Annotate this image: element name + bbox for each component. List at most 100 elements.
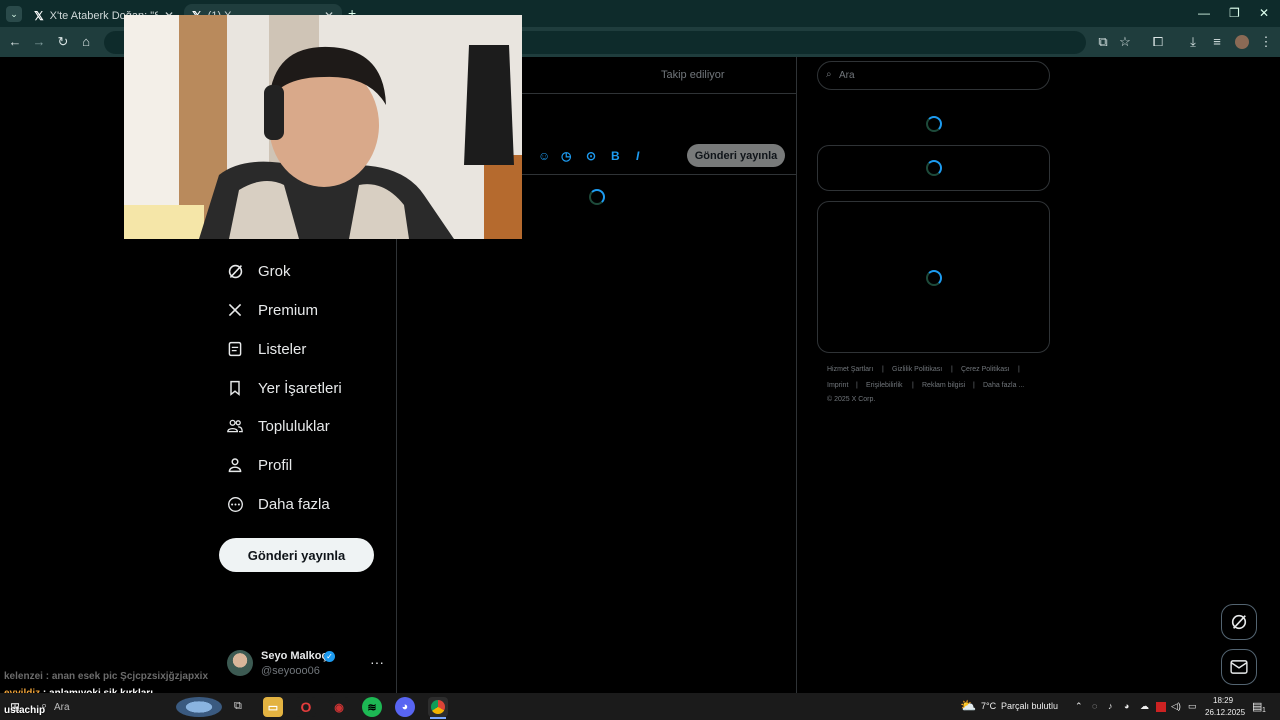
clock-time[interactable]: 18:29 <box>1213 696 1233 705</box>
app-icon[interactable]: ◉ <box>329 697 349 717</box>
taskbar-widget-image <box>176 697 222 717</box>
back-icon[interactable]: ← <box>7 34 23 49</box>
loading-spinner-icon <box>926 116 942 132</box>
search-input[interactable] <box>839 67 1029 83</box>
person-icon <box>226 456 244 474</box>
taskbar-search-input[interactable]: Ara <box>54 702 70 713</box>
x-logo-icon <box>226 301 244 319</box>
sidebar-item-premium[interactable]: Premium <box>226 295 318 325</box>
more-icon[interactable]: ··· <box>370 654 384 670</box>
sidebar-item-more[interactable]: Daha fazla <box>226 489 330 519</box>
forward-icon[interactable]: → <box>31 34 47 49</box>
chrome-icon[interactable] <box>428 697 448 717</box>
avatar <box>227 650 253 676</box>
weather-icon: ⛅ <box>960 698 977 713</box>
loading-spinner-icon <box>589 189 605 205</box>
sidebar-item-communities[interactable]: Topluluklar <box>226 411 330 441</box>
sidebar-item-label: Topluluklar <box>258 417 330 435</box>
chat-message: ustachip <box>4 705 45 716</box>
footer-separator: | <box>856 382 858 389</box>
webcam-overlay <box>124 15 522 239</box>
italic-icon[interactable]: I <box>636 149 639 163</box>
sidebar-item-lists[interactable]: Listeler <box>226 334 306 364</box>
sidebar-item-label: Premium <box>258 301 319 319</box>
chat-username: ustachip <box>4 705 46 716</box>
verified-badge-icon: ✓ <box>324 651 335 662</box>
reload-icon[interactable]: ↻ <box>55 34 71 50</box>
notifications-icon[interactable]: ▤ <box>1252 700 1262 713</box>
location-icon[interactable]: ⊙ <box>586 149 596 163</box>
file-explorer-icon[interactable]: ▭ <box>263 697 283 717</box>
compose-post-button[interactable]: Gönderi yayınla <box>687 144 785 167</box>
clock-date[interactable]: 26.12.2025 <box>1205 708 1245 717</box>
footer-link[interactable]: Imprint <box>827 382 848 389</box>
account-handle: @seyooo06 <box>261 665 320 677</box>
search-icon: ⌕ <box>826 69 832 80</box>
sidebar-item-label: Yer İşaretleri <box>258 379 342 397</box>
schedule-icon[interactable]: ◷ <box>561 149 571 163</box>
footer-link[interactable]: Gizlilik Politikası <box>892 366 942 373</box>
footer-link[interactable]: Erişilebilirlik <box>866 382 903 389</box>
tray-app-icon[interactable] <box>1156 702 1166 712</box>
install-app-icon[interactable]: ⧉ <box>1095 34 1111 50</box>
profile-avatar[interactable] <box>1235 35 1249 49</box>
account-name: Seyo Malkoç <box>261 650 328 662</box>
bookmark-star-icon[interactable]: ☆ <box>1117 34 1133 50</box>
post-button[interactable]: Gönderi yayınla <box>219 538 374 572</box>
network-icon[interactable]: ▭ <box>1188 701 1197 712</box>
footer-separator: | <box>882 366 884 373</box>
restore-button[interactable]: ❐ <box>1229 6 1240 20</box>
reading-list-icon[interactable]: ≡ <box>1209 34 1225 49</box>
download-icon[interactable]: ⤓ <box>1185 34 1201 50</box>
sidebar-item-label: Grok <box>258 262 291 280</box>
footer-link[interactable]: Daha fazla ... <box>983 382 1024 389</box>
volume-icon[interactable]: ◁) <box>1171 701 1181 712</box>
discord-icon[interactable]: ◕ <box>395 697 415 717</box>
spotify-icon[interactable]: ≋ <box>362 697 382 717</box>
sidebar-item-profile[interactable]: Profil <box>226 450 292 480</box>
emoji-icon[interactable]: ☺ <box>538 149 550 163</box>
weather-condition[interactable]: Parçalı bulutlu <box>1001 701 1058 711</box>
tab-search-icon[interactable]: ⌄ <box>6 6 22 22</box>
tray-icon[interactable]: ◌ <box>1092 701 1097 711</box>
tab-following[interactable]: Takip ediliyor <box>661 69 725 81</box>
microphone-icon[interactable]: ♪ <box>1108 701 1113 711</box>
chat-text: anan esek pic Şcjcpzsixjğzjapxix <box>51 671 208 682</box>
task-view-icon[interactable]: ⧉ <box>234 700 242 713</box>
sidebar-item-label: Daha fazla <box>258 495 330 513</box>
browser-menu-icon[interactable]: ⋮ <box>1258 34 1274 50</box>
chat-message: kelenzei : anan esek pic Şcjcpzsixjğzjap… <box>4 671 208 682</box>
close-window-button[interactable]: ✕ <box>1259 6 1269 20</box>
discord-tray-icon[interactable]: ◕ <box>1124 701 1129 711</box>
x-logo-icon: 𝕏 <box>34 8 44 23</box>
footer-separator: | <box>973 382 975 389</box>
footer-link[interactable]: Reklam bilgisi <box>922 382 965 389</box>
bold-icon[interactable]: B <box>611 149 620 163</box>
extensions-icon[interactable]: ⧠ <box>1150 34 1166 50</box>
chat-username: kelenzei <box>4 671 43 682</box>
home-icon[interactable]: ⌂ <box>78 34 94 49</box>
footer-link[interactable]: Çerez Politikası <box>961 366 1010 373</box>
tray-expand-icon[interactable]: ⌃ <box>1075 701 1083 712</box>
grok-icon <box>226 262 244 280</box>
sidebar-item-grok[interactable]: Grok <box>226 256 291 286</box>
messages-fab-button[interactable] <box>1221 649 1257 685</box>
communities-icon <box>226 417 244 435</box>
sidebar-item-bookmarks[interactable]: Yer İşaretleri <box>226 373 342 403</box>
account-switcher[interactable]: Seyo Malkoç ✓ @seyooo06 ··· <box>227 648 387 682</box>
composer-divider <box>522 174 796 175</box>
opera-icon[interactable]: O <box>296 697 316 717</box>
weather-temp[interactable]: 7°C <box>981 701 996 711</box>
loading-spinner-icon <box>926 270 942 286</box>
list-icon <box>226 340 244 358</box>
copyright: © 2025 X Corp. <box>827 396 876 403</box>
more-circle-icon <box>226 495 244 513</box>
minimize-button[interactable]: — <box>1198 6 1210 20</box>
cloud-icon[interactable]: ☁ <box>1140 701 1149 712</box>
bookmark-icon <box>226 379 244 397</box>
footer-link[interactable]: Hizmet Şartları <box>827 366 873 373</box>
footer-separator: | <box>1018 366 1020 373</box>
timeline-divider <box>796 57 797 693</box>
loading-spinner-icon <box>926 160 942 176</box>
grok-fab-button[interactable] <box>1221 604 1257 640</box>
